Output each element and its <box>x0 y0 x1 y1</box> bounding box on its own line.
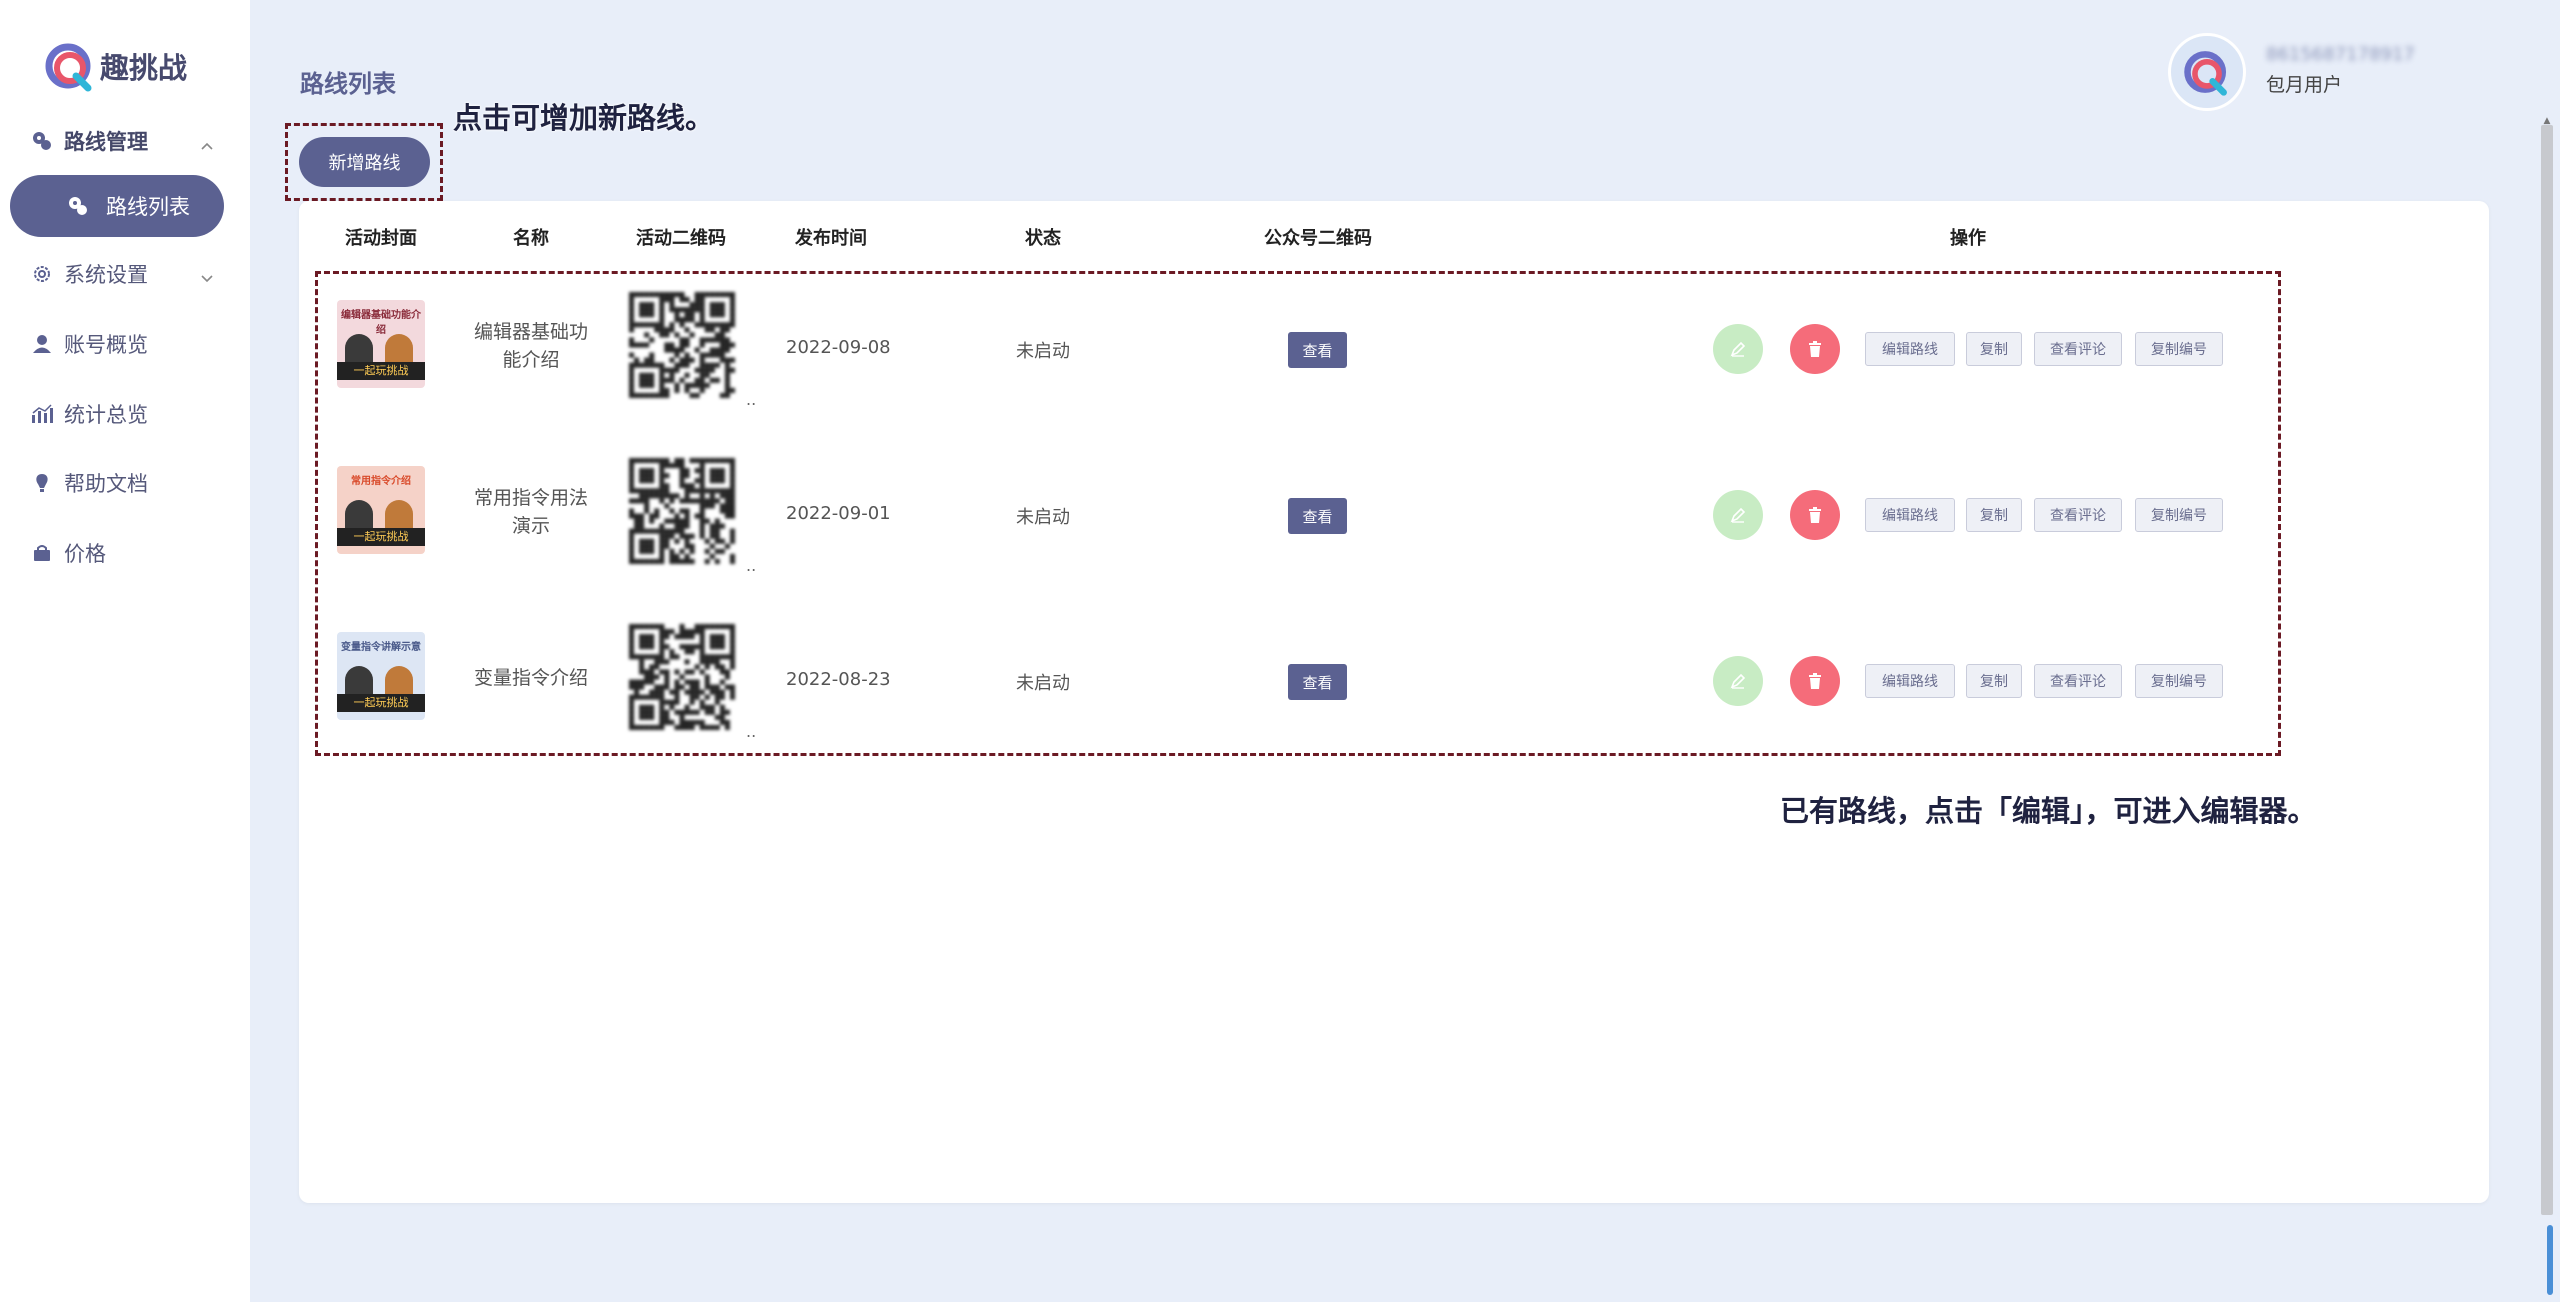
route-qrcode-image <box>629 624 735 730</box>
sidebar: 趣挑战 路线管理 路线列表 系统设置 账号概览 统计总览 帮助文档 价格 <box>0 0 250 1302</box>
view-comments-button[interactable]: 查看评论 <box>2034 664 2122 698</box>
qrcode-ellipsis: .. <box>746 556 757 575</box>
gear-icon <box>30 262 54 286</box>
column-header-qrcode: 活动二维码 <box>636 228 726 249</box>
pencil-icon <box>1730 507 1746 523</box>
sidebar-item-route-list[interactable]: 路线列表 <box>10 175 224 237</box>
cover-band-text: 一起玩挑战 <box>337 362 425 380</box>
view-wechat-qrcode-button[interactable]: 查看 <box>1288 664 1347 700</box>
route-cover-image: 变量指令讲解示意 一起玩挑战 <box>337 632 425 720</box>
column-header-name: 名称 <box>513 228 549 249</box>
scroll-indicator[interactable] <box>2547 1225 2553 1295</box>
view-comments-button[interactable]: 查看评论 <box>2034 332 2122 366</box>
trash-icon <box>1809 507 1821 523</box>
bar-chart-icon <box>30 402 54 426</box>
edit-button[interactable] <box>1713 324 1763 374</box>
copy-id-button[interactable]: 复制编号 <box>2135 332 2223 366</box>
logo-q-icon <box>42 38 98 94</box>
cover-title: 变量指令讲解示意 <box>341 642 421 653</box>
route-cover-image: 常用指令介绍 一起玩挑战 <box>337 466 425 554</box>
cover-band-text: 一起玩挑战 <box>337 694 425 712</box>
delete-button[interactable] <box>1790 656 1840 706</box>
pencil-icon <box>1730 341 1746 357</box>
column-header-cover: 活动封面 <box>345 228 417 249</box>
column-header-status: 状态 <box>1025 228 1061 249</box>
sidebar-item-label: 系统设置 <box>64 263 148 287</box>
sidebar-item-label: 价格 <box>64 542 106 566</box>
copy-id-button[interactable]: 复制编号 <box>2135 664 2223 698</box>
sidebar-item-statistics[interactable]: 统计总览 <box>10 383 224 445</box>
user-role: 包月用户 <box>2266 74 2343 96</box>
edit-button[interactable] <box>1713 656 1763 706</box>
help-icon <box>30 471 54 495</box>
route-name: 编辑器基础功能介绍 <box>473 321 588 371</box>
scrollbar[interactable] <box>2541 125 2553 1215</box>
sidebar-item-help-docs[interactable]: 帮助文档 <box>10 452 224 514</box>
route-name: 常用指令用法演示 <box>473 487 588 537</box>
route-qrcode-image <box>629 292 735 398</box>
route-list-icon <box>66 194 90 218</box>
qrcode-ellipsis: .. <box>746 390 757 409</box>
route-name: 变量指令介绍 <box>473 667 588 689</box>
column-header-wechat-qrcode: 公众号二维码 <box>1264 228 1372 249</box>
bag-icon <box>30 541 54 565</box>
trash-icon <box>1809 341 1821 357</box>
publish-date: 2022-09-08 <box>786 337 891 358</box>
copy-button[interactable]: 复制 <box>1966 664 2022 698</box>
logo-q-icon <box>2184 51 2227 96</box>
logo[interactable]: 趣挑战 <box>42 38 187 94</box>
sidebar-item-account-overview[interactable]: 账号概览 <box>10 313 224 375</box>
chevron-up-icon <box>200 132 214 156</box>
route-cover-image: 编辑器基础功能介绍 一起玩挑战 <box>337 300 425 388</box>
route-status: 未启动 <box>1016 341 1070 362</box>
sidebar-item-label: 统计总览 <box>64 403 148 427</box>
sidebar-item-label: 帮助文档 <box>64 472 148 496</box>
brand-name: 趣挑战 <box>100 51 188 85</box>
publish-date: 2022-08-23 <box>786 669 891 690</box>
route-qrcode-image <box>629 458 735 564</box>
sidebar-item-label: 账号概览 <box>64 333 148 357</box>
edit-route-button[interactable]: 编辑路线 <box>1865 332 1955 366</box>
qrcode-ellipsis: .. <box>746 722 757 741</box>
add-route-button[interactable]: 新增路线 <box>299 137 430 187</box>
route-status: 未启动 <box>1016 507 1070 528</box>
sidebar-item-price[interactable]: 价格 <box>10 522 224 584</box>
route-icon <box>30 129 54 153</box>
user-icon <box>30 332 54 356</box>
add-route-hint: 点击可增加新路线。 <box>453 101 715 135</box>
copy-id-button[interactable]: 复制编号 <box>2135 498 2223 532</box>
cover-title: 常用指令介绍 <box>351 476 411 487</box>
pencil-icon <box>1730 673 1746 689</box>
column-header-publish-time: 发布时间 <box>795 228 867 249</box>
cover-band-text: 一起玩挑战 <box>337 528 425 546</box>
copy-button[interactable]: 复制 <box>1966 498 2022 532</box>
cover-title: 编辑器基础功能介绍 <box>341 310 421 336</box>
publish-date: 2022-09-01 <box>786 503 891 524</box>
sidebar-item-system-settings[interactable]: 系统设置 <box>10 243 224 305</box>
view-comments-button[interactable]: 查看评论 <box>2034 498 2122 532</box>
page-title: 路线列表 <box>300 70 396 98</box>
edit-route-button[interactable]: 编辑路线 <box>1865 664 1955 698</box>
sidebar-item-route-management[interactable]: 路线管理 <box>10 110 224 172</box>
chevron-down-icon <box>200 265 214 289</box>
sidebar-item-label: 路线列表 <box>106 195 190 219</box>
edit-route-button[interactable]: 编辑路线 <box>1865 498 1955 532</box>
column-header-actions: 操作 <box>1950 228 1986 249</box>
route-status: 未启动 <box>1016 673 1070 694</box>
avatar[interactable] <box>2168 33 2246 111</box>
user-name: 8615687178917 <box>2266 44 2415 65</box>
view-wechat-qrcode-button[interactable]: 查看 <box>1288 332 1347 368</box>
edit-button[interactable] <box>1713 490 1763 540</box>
delete-button[interactable] <box>1790 324 1840 374</box>
copy-button[interactable]: 复制 <box>1966 332 2022 366</box>
view-wechat-qrcode-button[interactable]: 查看 <box>1288 498 1347 534</box>
trash-icon <box>1809 673 1821 689</box>
edit-route-hint: 已有路线，点击「编辑」，可进入编辑器。 <box>1780 794 2317 828</box>
delete-button[interactable] <box>1790 490 1840 540</box>
sidebar-item-label: 路线管理 <box>64 130 148 154</box>
